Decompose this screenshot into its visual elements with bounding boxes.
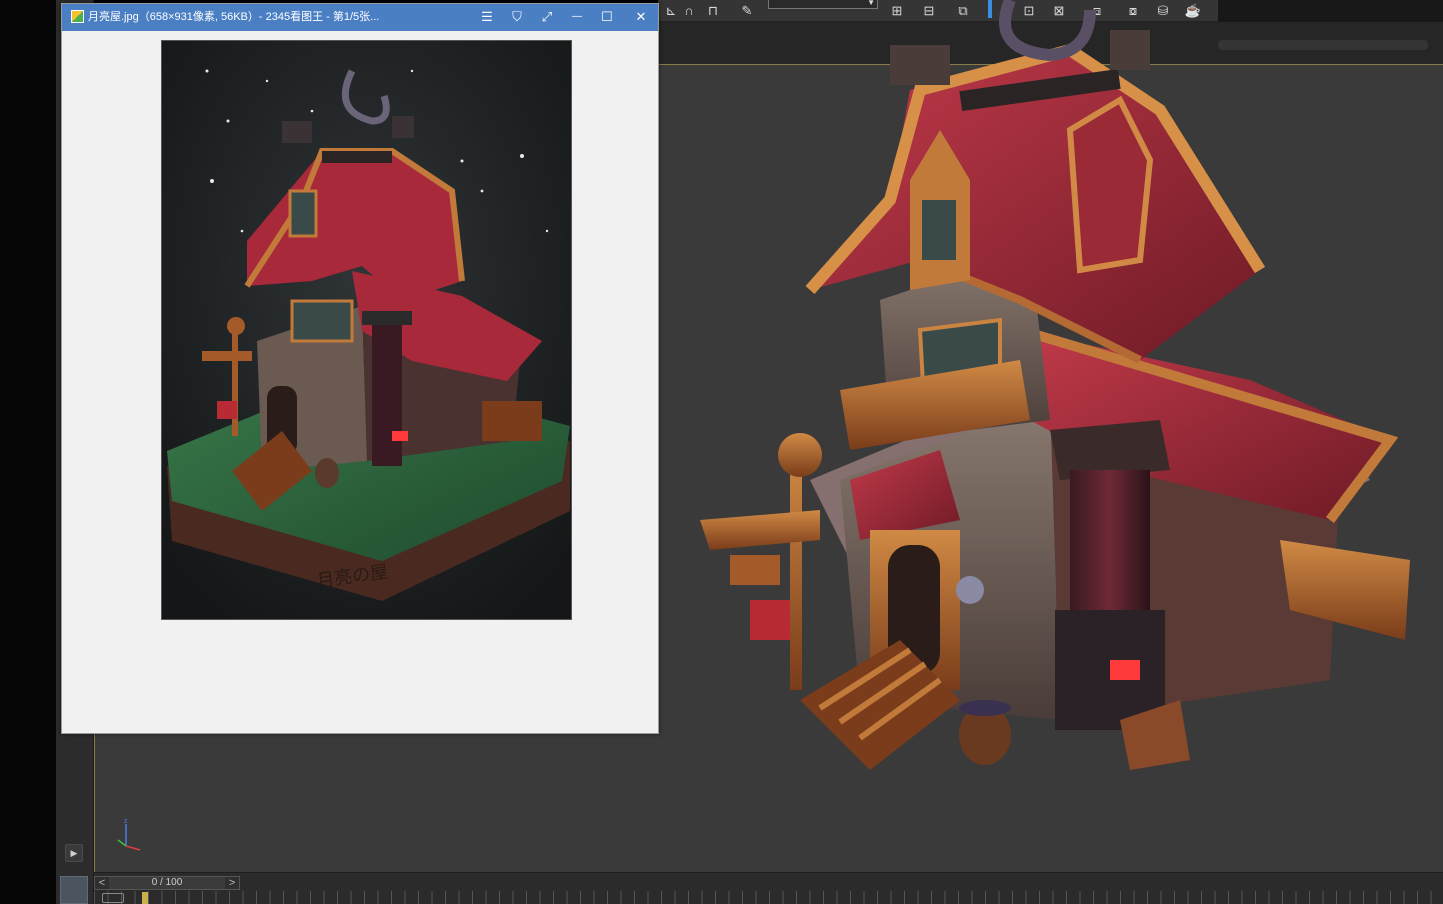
key-filter-icon[interactable]	[102, 893, 124, 903]
prev-frame-button[interactable]: <	[95, 876, 109, 890]
frame-counter: 0 / 100	[109, 877, 225, 889]
axis-gizmo-icon: z	[117, 818, 141, 851]
lower-left-button[interactable]	[60, 876, 88, 904]
window-title: 月亮屋.jpg（658×931像素, 56KB）- 2345看图王 - 第1/5…	[88, 11, 380, 23]
left-edge	[0, 0, 56, 904]
toolbar-snap-icon[interactable]: ⊾	[662, 2, 680, 19]
maximize-icon[interactable]: ☐	[596, 7, 618, 27]
time-slider[interactable]: < 0 / 100 >	[94, 876, 240, 890]
next-frame-button[interactable]: >	[225, 876, 239, 890]
image-viewer-window: 月亮屋.jpg（658×931像素, 56KB）- 2345看图王 - 第1/5…	[61, 3, 659, 734]
screen: ▶ ⊾ ∩ ⊓ ✎ ▼ ⊞ ⊟ ⧉ ⊡ ⊠ ⧈ ⧇ ⛁ ☕ z < 0 / 10…	[0, 0, 1443, 904]
time-marker[interactable]	[142, 892, 148, 904]
menu-icon[interactable]: ☰	[476, 7, 498, 27]
play-icon[interactable]: ▶	[65, 844, 83, 862]
house-3d-model[interactable]	[690, 0, 1430, 790]
fullscreen-icon[interactable]: ⤢	[536, 7, 558, 27]
minimize-icon[interactable]: —	[566, 7, 588, 27]
viewer-titlebar[interactable]: 月亮屋.jpg（658×931像素, 56KB）- 2345看图王 - 第1/5…	[62, 4, 658, 31]
close-icon[interactable]: ✕	[630, 7, 652, 27]
svg-text:z: z	[124, 818, 128, 825]
skin-icon[interactable]: ⛉	[506, 7, 528, 27]
track-bar[interactable]	[94, 891, 1443, 904]
app-icon	[71, 10, 84, 23]
timeline: < 0 / 100 >	[94, 872, 1443, 904]
concept-art-image: 月亮の屋	[161, 40, 572, 620]
